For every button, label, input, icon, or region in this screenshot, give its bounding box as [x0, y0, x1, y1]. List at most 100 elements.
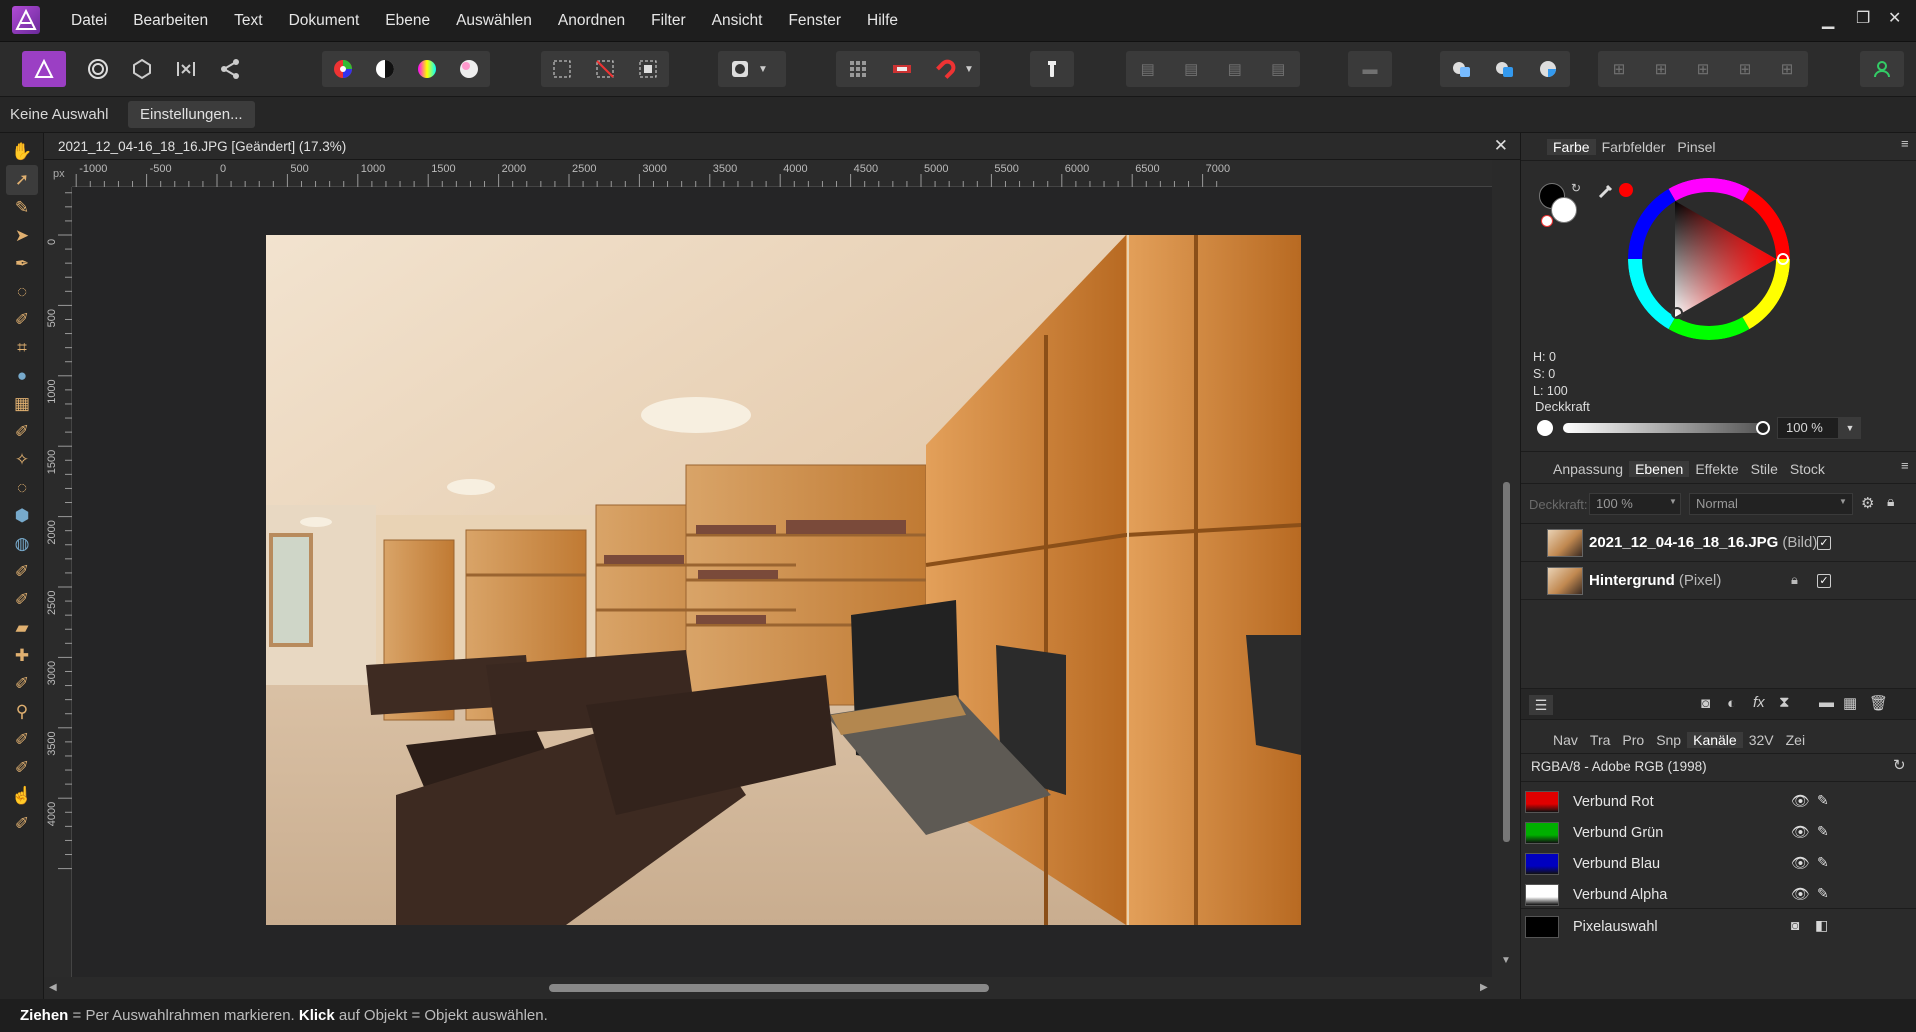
menu-item[interactable]: Ansicht [699, 0, 776, 42]
panel-tab[interactable]: Stile [1745, 461, 1784, 477]
snapping-magnet-icon[interactable] [924, 51, 968, 87]
scroll-right-icon[interactable]: ▶ [1480, 982, 1488, 993]
edit-channel-icon[interactable]: ✎ [1817, 823, 1829, 840]
layer-visibility-checkbox[interactable]: ✓ [1817, 574, 1831, 588]
color-picker-icon[interactable]: ✎ [6, 193, 38, 223]
chevron-down-icon[interactable]: ▼ [758, 64, 768, 75]
selection-brush-icon[interactable]: ◌ [6, 473, 38, 503]
visibility-eye-icon[interactable]: 👁︎ [1791, 885, 1810, 903]
menu-item[interactable]: Bearbeiten [120, 0, 221, 42]
group-folder-icon[interactable]: ▬ [1819, 694, 1834, 711]
chevron-down-icon[interactable]: ▼ [964, 64, 974, 75]
liquify-persona-icon[interactable] [76, 51, 120, 87]
scroll-down-icon[interactable]: ▼ [1501, 955, 1511, 966]
panel-tab[interactable]: 32V [1743, 732, 1780, 748]
mesh-icon[interactable]: ▦ [6, 389, 38, 419]
channel-row[interactable]: Verbund Blau 👁︎ ✎ [1521, 848, 1916, 879]
brush-icon[interactable]: ✐ [6, 305, 38, 335]
delete-layer-icon[interactable]: 🗑︎ [1869, 694, 1888, 712]
document-tab[interactable]: 2021_12_04-16_18_16.JPG [Geändert] (17.3… [44, 133, 1520, 160]
tone-mapping-persona-icon[interactable] [164, 51, 208, 87]
restore-icon[interactable]: ❐ [1856, 8, 1870, 28]
gradient-icon[interactable]: ◍ [6, 529, 38, 559]
export-persona-icon[interactable] [208, 51, 252, 87]
photo-persona-button[interactable] [22, 51, 66, 87]
opacity-slider-handle[interactable] [1756, 421, 1770, 435]
layer-opacity-input[interactable]: 100 % [1589, 493, 1681, 515]
paint-brush-icon[interactable]: ✐ [6, 557, 38, 587]
lasso-icon[interactable]: ◌ [6, 277, 38, 307]
select-all-icon[interactable] [541, 51, 584, 87]
close-document-icon[interactable]: ✕ [1494, 136, 1508, 156]
sponge-icon[interactable]: ✐ [6, 809, 38, 839]
document-image[interactable] [266, 235, 1302, 925]
crop-icon[interactable]: ⌗ [6, 333, 38, 363]
menu-item[interactable]: Text [221, 0, 275, 42]
move-to-back-icon[interactable]: ▤ [1126, 51, 1170, 87]
gear-icon[interactable]: ⚙ [1861, 494, 1874, 512]
live-filter-icon[interactable]: ⧗ [1779, 694, 1790, 711]
subtract-geometry-icon[interactable] [1483, 51, 1526, 87]
menu-item[interactable]: Fenster [775, 0, 854, 42]
menu-item[interactable]: Anordnen [545, 0, 638, 42]
add-geometry-icon[interactable] [1440, 51, 1483, 87]
panel-tab[interactable]: Ebenen [1629, 461, 1690, 477]
quick-mask-icon[interactable] [718, 51, 762, 87]
account-icon[interactable] [1860, 51, 1904, 87]
intersect-geometry-icon[interactable] [1527, 51, 1570, 87]
panel-tab[interactable]: Nav [1547, 732, 1584, 748]
grid-icon[interactable] [836, 51, 880, 87]
panel-tab[interactable]: Farbfelder [1596, 139, 1672, 155]
auto-colors-icon[interactable] [406, 51, 448, 87]
panel-tab[interactable]: Zei [1780, 732, 1811, 748]
minimize-icon[interactable]: ▁ [1822, 10, 1834, 30]
opacity-input[interactable]: 100 % [1777, 417, 1839, 439]
dodge-icon[interactable]: ✐ [6, 725, 38, 755]
panel-tab[interactable]: Tra [1584, 732, 1616, 748]
menu-item[interactable]: Filter [638, 0, 698, 42]
chevron-down-icon[interactable]: ▼ [1839, 417, 1861, 439]
edit-channel-icon[interactable]: ✎ [1817, 792, 1829, 809]
vertical-scrollbar[interactable]: ▼ [1492, 160, 1520, 977]
menu-item[interactable]: Datei [58, 0, 120, 42]
clone-icon[interactable]: ✐ [6, 669, 38, 699]
fill-icon[interactable]: ⬢ [6, 501, 38, 531]
horizontal-scroll-thumb[interactable] [549, 984, 989, 992]
rotate-right-icon[interactable]: ⊞ [1724, 51, 1766, 87]
channel-row[interactable]: Verbund Alpha 👁︎ ✎ [1521, 879, 1916, 910]
chevron-down-icon[interactable]: ▼ [1669, 497, 1677, 506]
settings-button[interactable]: Einstellungen... [128, 101, 255, 128]
menu-item[interactable]: Ebene [372, 0, 443, 42]
chevron-down-icon[interactable]: ▼ [1839, 497, 1847, 506]
menu-item[interactable]: Dokument [276, 0, 373, 42]
opacity-slider[interactable] [1563, 423, 1763, 433]
menu-item[interactable]: Auswählen [443, 0, 545, 42]
blend-mode-select[interactable]: Normal [1689, 493, 1853, 515]
layer-row[interactable]: Hintergrund (Pixel) 🔒︎ ✓ [1521, 562, 1916, 600]
lock-icon[interactable]: 🔒︎ [1887, 493, 1894, 510]
develop-persona-icon[interactable] [120, 51, 164, 87]
rotate-left-icon[interactable]: ⊞ [1682, 51, 1724, 87]
force-pixel-align-icon[interactable] [1030, 51, 1074, 87]
add-pixel-layer-icon[interactable]: ▦ [1843, 694, 1857, 712]
panel-menu-icon[interactable]: ≡ [1901, 136, 1909, 151]
magic-wand-icon[interactable]: ✧ [6, 445, 38, 475]
sphere-icon[interactable]: ● [6, 361, 38, 391]
secondary-color-swatch[interactable] [1551, 197, 1577, 223]
layers-stack-icon[interactable]: ☰ [1529, 695, 1553, 715]
auto-contrast-icon[interactable] [364, 51, 406, 87]
visibility-eye-icon[interactable]: 👁︎ [1791, 792, 1810, 810]
layer-visibility-checkbox[interactable]: ✓ [1817, 536, 1831, 550]
panel-tab[interactable]: Snp [1650, 732, 1687, 748]
burn-icon[interactable]: ✐ [6, 753, 38, 783]
move-to-front-icon[interactable]: ▤ [1257, 51, 1301, 87]
panel-tab[interactable]: Pinsel [1671, 139, 1721, 155]
panel-tab[interactable]: Farbe [1547, 139, 1596, 155]
zoom-icon[interactable]: ⚲ [6, 697, 38, 727]
channel-row[interactable]: Verbund Grün 👁︎ ✎ [1521, 817, 1916, 848]
levels-icon[interactable] [322, 51, 364, 87]
close-window-icon[interactable]: ✕ [1888, 8, 1901, 28]
reset-transform-icon[interactable]: ⊞ [1766, 51, 1808, 87]
invert-selection-icon[interactable] [626, 51, 669, 87]
panel-tab[interactable]: Pro [1616, 732, 1650, 748]
